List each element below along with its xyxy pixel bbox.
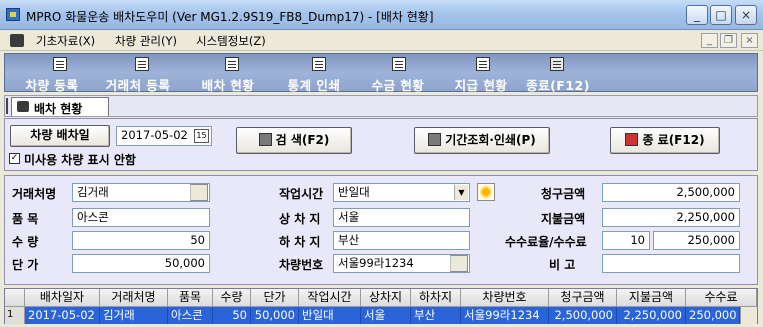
table-cell[interactable]: 아스콘 (168, 307, 213, 324)
printer-icon (428, 133, 442, 146)
table-cell[interactable]: 250,000 (686, 307, 740, 324)
sun-icon[interactable] (477, 183, 495, 201)
menu-vehicle-management[interactable]: 차량 관리(Y) (115, 33, 177, 49)
mdi-close-button[interactable]: × (741, 33, 758, 48)
vehicle-register-button[interactable]: 차량 등록 (17, 54, 87, 93)
menu-bar: 기초자료(X) 차량 관리(Y) 시스템정보(Z) _ ❐ × (0, 31, 763, 51)
table-cell[interactable]: 2017-05-02 (25, 307, 100, 324)
collection-status-button[interactable]: 수금 현황 (362, 54, 434, 93)
maximize-button[interactable]: □ (710, 5, 732, 25)
table-cell[interactable]: 50 (213, 307, 251, 324)
item-field[interactable]: 아스콘 (72, 208, 210, 227)
toolbar: 차량 등록 거래처 등록 배차 현황 통계 인쇄 수금 현황 지급 현황 종료(… (4, 53, 758, 93)
vehicle-number-label: 차량번호 (279, 258, 324, 272)
client-lookup-button[interactable] (190, 184, 208, 201)
work-time-select[interactable]: 반일대 (333, 183, 470, 202)
hide-unused-vehicles-label: 미사용 차량 표시 안함 (24, 153, 136, 167)
title-bar: MPRO 화물운송 배차도우미 (Ver MG1.2.9S19_FB8_Dump… (0, 0, 763, 30)
chevron-down-icon[interactable]: ▼ (454, 185, 468, 200)
period-print-button[interactable]: 기간조회·인쇄(P) (414, 127, 550, 154)
mdi-child-icon (10, 34, 24, 47)
billing-amount-label: 청구금액 (541, 187, 586, 201)
grid-header[interactable]: 수량 (213, 289, 251, 307)
fee-amount-field[interactable]: 250,000 (653, 231, 740, 250)
grid-header[interactable]: 청구금액 (549, 289, 617, 307)
memo-field[interactable] (602, 254, 740, 273)
row-indicator: 1 ▶ (5, 307, 25, 327)
table-cell[interactable]: 김거래 (100, 307, 168, 324)
window-title: MPRO 화물운송 배차도우미 (Ver MG1.2.9S19_FB8_Dump… (26, 10, 434, 24)
grid-header[interactable]: 상차지 (361, 289, 411, 307)
printer-icon (312, 57, 326, 71)
payment-status-button[interactable]: 지급 현황 (446, 54, 516, 93)
unit-price-label: 단 가 (12, 258, 39, 272)
menu-system-info[interactable]: 시스템정보(Z) (196, 33, 266, 49)
billing-amount-field[interactable]: 2,500,000 (602, 183, 740, 202)
tab-dispatch-status[interactable]: 배차 현황 (11, 97, 109, 116)
door-exit-icon (550, 57, 564, 71)
loading-place-label: 상 차 지 (279, 212, 321, 226)
truck-icon (17, 101, 29, 112)
dispatch-grid[interactable]: 배차일자 거래처명 품목 수량 단가 작업시간 상차지 하차지 차량번호 청구금… (4, 288, 758, 327)
calendar-icon[interactable]: 15 (194, 129, 209, 143)
grid-header[interactable]: 차량번호 (461, 289, 549, 307)
unit-price-field[interactable]: 50,000 (72, 254, 210, 273)
grid-header[interactable]: 단가 (251, 289, 299, 307)
search-button[interactable]: 검 색(F2) (236, 127, 352, 154)
tab-separator (6, 98, 8, 114)
close-button[interactable]: × (735, 5, 757, 25)
mdi-minimize-button[interactable]: _ (701, 33, 718, 48)
grid-header[interactable]: 작업시간 (299, 289, 361, 307)
table-cell[interactable]: 서울 (361, 307, 411, 324)
document-icon (392, 57, 406, 71)
quantity-field[interactable]: 50 (72, 231, 210, 250)
grid-header[interactable]: 수수료 (686, 289, 757, 307)
fee-rate-field[interactable]: 10 (602, 231, 650, 250)
grid-header[interactable]: 지불금액 (617, 289, 686, 307)
grid-scrollbar[interactable] (740, 307, 757, 324)
memo-label: 비 고 (549, 258, 576, 272)
stats-print-button[interactable]: 통계 인쇄 (278, 54, 350, 93)
date-value: 2017-05-02 (121, 128, 188, 142)
door-exit-icon (625, 133, 639, 146)
document-icon (53, 57, 67, 71)
exit-toolbar-button[interactable]: 종료(F12) (524, 54, 592, 93)
dispatch-status-button[interactable]: 배차 현황 (193, 54, 263, 93)
mdi-restore-button[interactable]: ❐ (720, 33, 737, 48)
table-cell[interactable]: 서울99라1234 (461, 307, 549, 324)
minimize-button[interactable]: _ (686, 5, 708, 25)
table-cell[interactable]: 부산 (411, 307, 461, 324)
document-icon (225, 57, 239, 71)
checklist-icon (135, 57, 149, 71)
grid-header[interactable]: 거래처명 (100, 289, 168, 307)
exit-button[interactable]: 종 료(F12) (610, 127, 720, 154)
client-register-button[interactable]: 거래처 등록 (97, 54, 179, 93)
vehicle-lookup-button[interactable] (450, 255, 468, 272)
payment-amount-field[interactable]: 2,250,000 (602, 208, 740, 227)
table-cell[interactable]: 50,000 (251, 307, 299, 324)
loading-place-field[interactable]: 서울 (333, 208, 470, 227)
grid-header[interactable]: 하차지 (411, 289, 461, 307)
payment-amount-label: 지불금액 (541, 212, 586, 226)
dispatch-date-button[interactable]: 차량 배차일 (10, 125, 110, 147)
unloading-place-field[interactable]: 부산 (333, 231, 470, 250)
grid-corner (5, 289, 25, 307)
grid-header[interactable]: 배차일자 (25, 289, 100, 307)
work-time-label: 작업시간 (279, 187, 324, 201)
app-icon (6, 8, 20, 21)
quantity-label: 수 량 (12, 235, 39, 249)
unloading-place-label: 하 차 지 (279, 235, 321, 249)
fee-rate-label: 수수료율/수수료 (505, 235, 587, 249)
document-tab-bar: 배차 현황 (4, 95, 758, 117)
client-label: 거래처명 (12, 187, 57, 201)
table-cell[interactable]: 반일대 (299, 307, 361, 324)
table-cell[interactable]: 2,250,000 (617, 307, 686, 324)
search-icon (258, 133, 272, 146)
menu-basic-data[interactable]: 기초자료(X) (36, 33, 95, 49)
hide-unused-vehicles-checkbox[interactable]: ✓ (9, 153, 20, 164)
item-label: 품 목 (12, 212, 39, 226)
grid-header[interactable]: 품목 (168, 289, 213, 307)
document-icon (476, 57, 490, 71)
table-cell[interactable]: 2,500,000 (549, 307, 617, 324)
